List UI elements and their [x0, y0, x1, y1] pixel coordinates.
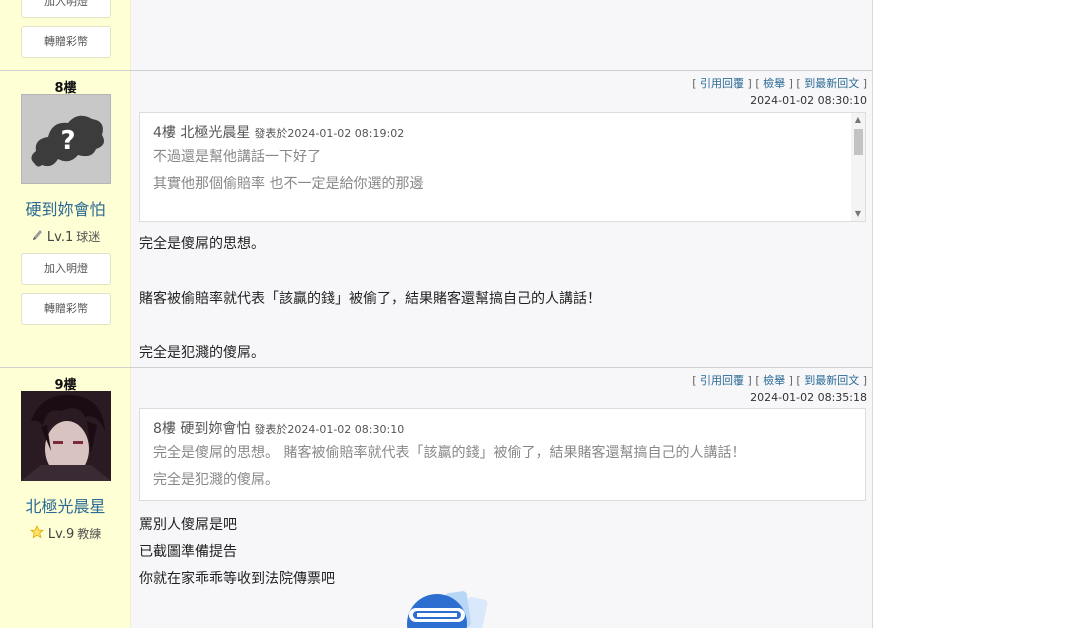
post-sidebar: 加入明燈 轉贈彩幣	[0, 0, 131, 70]
quote-floor: 4樓	[153, 125, 176, 141]
forum-thread: 加入明燈 轉贈彩幣 8樓 ? 硬到妳會怕 Lv.1 球迷 加入明燈 轉贈彩幣 […	[0, 0, 873, 628]
question-mark-cloud-icon: ?	[31, 115, 104, 167]
username[interactable]: 硬到妳會怕	[0, 196, 131, 220]
quote-floor: 8樓	[153, 421, 176, 437]
quote-header: 8樓 硬到妳會怕 發表於2024-01-02 08:30:10	[153, 418, 404, 438]
quote-line: 完全是傻屌的思想。 賭客被偷賠率就代表「該贏的錢」被偷了，結果賭客還幫搞自己的人…	[153, 445, 746, 461]
rank-text: 球迷	[76, 230, 101, 244]
gift-coins-button[interactable]: 轉贈彩幣	[21, 293, 111, 325]
rank-text: 教練	[77, 527, 102, 541]
quote-scrollbar[interactable]: ▲ ▼	[851, 113, 865, 221]
add-lamp-button[interactable]: 加入明燈	[21, 0, 111, 18]
avatar-portrait-icon	[21, 391, 111, 481]
post-content-line: 賭客被偷賠率就代表「該贏的錢」被偷了，結果賭客還幫搞自己的人講話！	[139, 291, 601, 307]
post-content-line: 已截圖準備提告	[139, 544, 237, 560]
post-actions: [ 引用回覆 ] [ 檢舉 ] [ 到最新回文 ]	[692, 374, 867, 387]
level-text: Lv.1	[46, 230, 74, 245]
wanzhuan-cai-logo-icon	[403, 590, 515, 628]
post-sidebar: 8樓 ? 硬到妳會怕 Lv.1 球迷 加入明燈 轉贈彩幣	[0, 71, 131, 367]
user-level: Lv.9 教練	[0, 525, 131, 543]
post-content-line: 罵別人傻屌是吧	[139, 517, 237, 533]
user-level: Lv.1 球迷	[0, 228, 131, 246]
post-main: [ 引用回覆 ] [ 檢舉 ] [ 到最新回文 ] 2024-01-02 08:…	[131, 71, 872, 367]
post-content-line: 完全是傻屌的思想。	[139, 236, 265, 252]
post-content-line: 你就在家乖乖等收到法院傳票吧	[139, 571, 335, 587]
quote-user: 硬到妳會怕	[180, 421, 251, 437]
pencil-icon	[31, 229, 43, 246]
username[interactable]: 北極光晨星	[0, 493, 131, 517]
gift-coins-button[interactable]: 轉贈彩幣	[21, 26, 111, 58]
quote-reply-link[interactable]: 引用回覆	[700, 374, 744, 387]
previous-post: 加入明燈 轉贈彩幣	[0, 0, 872, 70]
scroll-up-icon[interactable]: ▲	[851, 114, 865, 126]
avatar[interactable]	[21, 391, 111, 481]
quote-line: 完全是犯濺的傻屌。	[153, 472, 279, 488]
post-actions: [ 引用回覆 ] [ 檢舉 ] [ 到最新回文 ]	[692, 77, 867, 90]
quote-box[interactable]: 4樓 北極光晨星 發表於2024-01-02 08:19:02 不過還是幫他講話一…	[139, 112, 866, 222]
post-floor-8: 8樓 ? 硬到妳會怕 Lv.1 球迷 加入明燈 轉贈彩幣 [ 引用回覆 ] [ 檢…	[0, 71, 872, 367]
quote-box[interactable]: 8樓 硬到妳會怕 發表於2024-01-02 08:30:10 完全是傻屌的思想。…	[139, 408, 866, 501]
scroll-down-icon[interactable]: ▼	[851, 208, 865, 220]
quote-user: 北極光晨星	[180, 125, 251, 141]
post-main: [ 引用回覆 ] [ 檢舉 ] [ 到最新回文 ] 2024-01-02 08:…	[131, 368, 872, 628]
quote-line: 其實他那個偷賠率 也不一定是給你選的那邊	[153, 176, 424, 192]
latest-reply-link[interactable]: 到最新回文	[804, 374, 859, 387]
post-content-line: 完全是犯濺的傻屌。	[139, 345, 265, 361]
quote-posted-time: 發表於2024-01-02 08:19:02	[254, 127, 405, 140]
report-link[interactable]: 檢舉	[763, 77, 785, 90]
quote-posted-time: 發表於2024-01-02 08:30:10	[254, 423, 405, 436]
post-floor-9: 9樓 北極光晨星 Lv.9 教練 [引用回覆] [檢舉] [到最新回文…	[0, 368, 872, 628]
avatar[interactable]: ?	[21, 94, 111, 184]
post-time: 2024-01-02 08:30:10	[750, 94, 867, 107]
svg-text:?: ?	[60, 126, 75, 156]
star-icon	[29, 525, 44, 543]
report-link[interactable]: 檢舉	[763, 374, 785, 387]
latest-reply-link[interactable]: 到最新回文	[804, 77, 859, 90]
post-main	[131, 0, 872, 70]
quote-header: 4樓 北極光晨星 發表於2024-01-02 08:19:02	[153, 122, 404, 142]
post-time: 2024-01-02 08:35:18	[750, 391, 867, 404]
level-text: Lv.9	[47, 527, 75, 542]
add-lamp-button[interactable]: 加入明燈	[21, 253, 111, 285]
quote-line: 不過還是幫他講話一下好了	[153, 149, 321, 165]
quote-reply-link[interactable]: 引用回覆	[700, 77, 744, 90]
post-sidebar: 9樓 北極光晨星 Lv.9 教練	[0, 368, 131, 628]
scroll-thumb[interactable]	[854, 129, 863, 155]
